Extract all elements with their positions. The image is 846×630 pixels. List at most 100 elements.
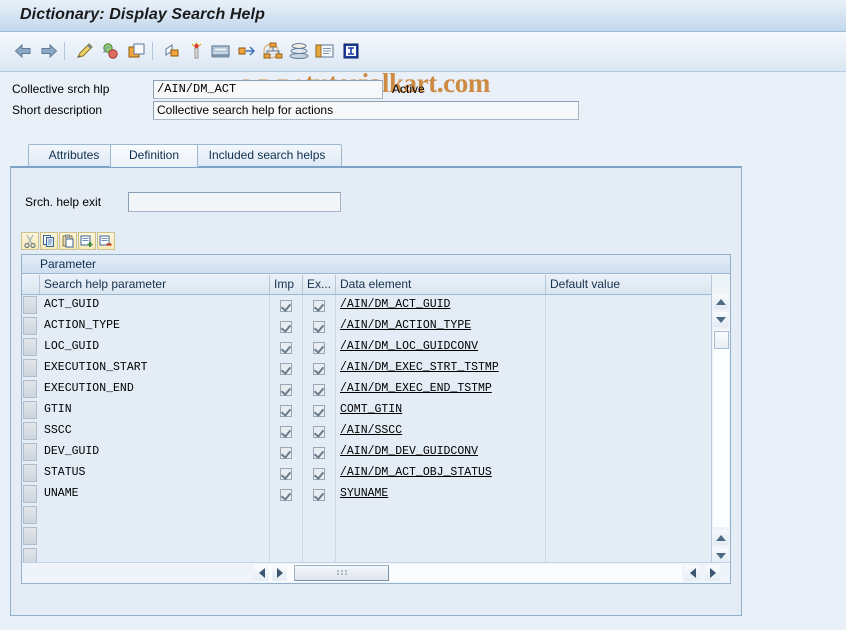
default-value-cell[interactable] xyxy=(546,547,714,562)
exp-checkbox-cell[interactable] xyxy=(303,400,336,421)
param-cell[interactable]: ACT_GUID xyxy=(40,295,270,316)
row-select-button[interactable] xyxy=(23,506,37,524)
imp-checkbox-cell[interactable] xyxy=(270,379,303,400)
exp-checkbox[interactable] xyxy=(313,404,325,417)
imp-checkbox[interactable] xyxy=(280,488,292,501)
exp-checkbox-cell[interactable] xyxy=(303,484,336,505)
row-select-button[interactable] xyxy=(23,443,37,461)
table-row[interactable]: STATUS/AIN/DM_ACT_OBJ_STATUS xyxy=(22,463,714,485)
print-preview-icon[interactable] xyxy=(208,38,234,64)
imp-checkbox-cell[interactable] xyxy=(270,526,303,547)
default-value-cell[interactable] xyxy=(546,505,714,526)
row-select-button[interactable] xyxy=(23,380,37,398)
param-cell[interactable]: STATUS xyxy=(40,463,270,484)
exp-checkbox[interactable] xyxy=(313,467,325,480)
grid-horizontal-scrollbar[interactable] xyxy=(22,562,730,583)
default-value-cell[interactable] xyxy=(546,442,714,463)
data-element-cell[interactable]: /AIN/DM_ACT_OBJ_STATUS xyxy=(336,463,546,484)
exp-checkbox[interactable] xyxy=(313,320,325,333)
imp-checkbox-cell[interactable] xyxy=(270,484,303,505)
imp-checkbox[interactable] xyxy=(280,362,292,375)
row-select-button[interactable] xyxy=(23,527,37,545)
data-element-cell[interactable]: /AIN/DM_EXEC_STRT_TSTMP xyxy=(336,358,546,379)
default-value-cell[interactable] xyxy=(546,484,714,505)
runtime-object-icon[interactable] xyxy=(286,38,312,64)
imp-checkbox[interactable] xyxy=(280,446,292,459)
short-description-input[interactable]: Collective search help for actions xyxy=(153,101,579,120)
imp-checkbox-cell[interactable] xyxy=(270,337,303,358)
copy-icon[interactable] xyxy=(40,232,58,250)
data-element-cell[interactable]: /AIN/DM_ACTION_TYPE xyxy=(336,316,546,337)
exp-checkbox[interactable] xyxy=(313,362,325,375)
imp-checkbox[interactable] xyxy=(280,425,292,438)
default-value-cell[interactable] xyxy=(546,400,714,421)
default-value-cell[interactable] xyxy=(546,526,714,547)
exp-checkbox-cell[interactable] xyxy=(303,547,336,562)
tab-definition[interactable]: Definition xyxy=(110,144,198,167)
imp-checkbox-cell[interactable] xyxy=(270,316,303,337)
paste-icon[interactable] xyxy=(59,232,77,250)
exp-checkbox-cell[interactable] xyxy=(303,526,336,547)
imp-checkbox[interactable] xyxy=(280,383,292,396)
table-row[interactable]: LOC_GUID/AIN/DM_LOC_GUIDCONV xyxy=(22,337,714,359)
exp-checkbox[interactable] xyxy=(313,383,325,396)
exp-checkbox[interactable] xyxy=(313,488,325,501)
cut-icon[interactable] xyxy=(21,232,39,250)
data-element-cell[interactable]: /AIN/DM_ACT_GUID xyxy=(336,295,546,316)
data-element-cell[interactable]: /AIN/DM_LOC_GUIDCONV xyxy=(336,337,546,358)
exp-checkbox-cell[interactable] xyxy=(303,505,336,526)
imp-checkbox[interactable] xyxy=(280,341,292,354)
horizontal-scroll-thumb[interactable] xyxy=(294,565,389,581)
imp-checkbox[interactable] xyxy=(280,320,292,333)
documentation-icon[interactable] xyxy=(312,38,338,64)
where-used-list-icon[interactable] xyxy=(234,38,260,64)
data-element-cell[interactable]: SYUNAME xyxy=(336,484,546,505)
param-cell[interactable]: DEV_GUID xyxy=(40,442,270,463)
scroll-page-up-button[interactable] xyxy=(713,530,729,545)
default-value-cell[interactable] xyxy=(546,295,714,316)
hscroll-left-button[interactable] xyxy=(254,565,269,581)
grid-vertical-scrollbar[interactable] xyxy=(711,275,730,563)
forward-arrow-icon[interactable] xyxy=(36,38,62,64)
param-cell[interactable]: EXECUTION_END xyxy=(40,379,270,400)
imp-checkbox-cell[interactable] xyxy=(270,442,303,463)
default-value-cell[interactable] xyxy=(546,337,714,358)
exp-checkbox[interactable] xyxy=(313,341,325,354)
back-arrow-icon[interactable] xyxy=(10,38,36,64)
exp-checkbox-cell[interactable] xyxy=(303,337,336,358)
data-element-cell[interactable] xyxy=(336,526,546,547)
activate-icon[interactable] xyxy=(98,38,124,64)
table-row[interactable]: GTIN COMT_GTIN xyxy=(22,400,714,422)
row-select-button[interactable] xyxy=(23,485,37,503)
data-element-cell[interactable]: /AIN/DM_EXEC_END_TSTMP xyxy=(336,379,546,400)
grid-header-select-all[interactable] xyxy=(22,275,40,294)
hscroll-right-button[interactable] xyxy=(272,565,287,581)
imp-checkbox[interactable] xyxy=(280,467,292,480)
param-cell[interactable]: LOC_GUID xyxy=(40,337,270,358)
table-row[interactable]: UNAME SYUNAME xyxy=(22,484,714,506)
row-select-button[interactable] xyxy=(23,317,37,335)
other-object-icon[interactable] xyxy=(124,38,150,64)
table-row[interactable]: DEV_GUID/AIN/DM_DEV_GUIDCONV xyxy=(22,442,714,464)
default-value-cell[interactable] xyxy=(546,379,714,400)
grid-header-default-value[interactable]: Default value xyxy=(546,275,714,294)
param-cell[interactable]: GTIN xyxy=(40,400,270,421)
row-select-button[interactable] xyxy=(23,359,37,377)
imp-checkbox-cell[interactable] xyxy=(270,505,303,526)
pencil-change-icon[interactable] xyxy=(72,38,98,64)
row-select-button[interactable] xyxy=(23,422,37,440)
delete-row-icon[interactable] xyxy=(97,232,115,250)
scroll-down-button[interactable] xyxy=(713,312,729,327)
vertical-scroll-thumb[interactable] xyxy=(714,331,729,349)
display-object-list-icon[interactable] xyxy=(160,38,186,64)
data-element-cell[interactable] xyxy=(336,505,546,526)
exp-checkbox-cell[interactable] xyxy=(303,316,336,337)
default-value-cell[interactable] xyxy=(546,463,714,484)
data-element-cell[interactable]: COMT_GTIN xyxy=(336,400,546,421)
scroll-page-down-button[interactable] xyxy=(713,548,729,563)
imp-checkbox-cell[interactable] xyxy=(270,358,303,379)
tab-included-search-helps[interactable]: Included search helps xyxy=(192,144,342,166)
exp-checkbox[interactable] xyxy=(313,299,325,312)
srch-help-exit-input[interactable] xyxy=(128,192,341,212)
grid-header-param[interactable]: Search help parameter xyxy=(40,275,270,294)
